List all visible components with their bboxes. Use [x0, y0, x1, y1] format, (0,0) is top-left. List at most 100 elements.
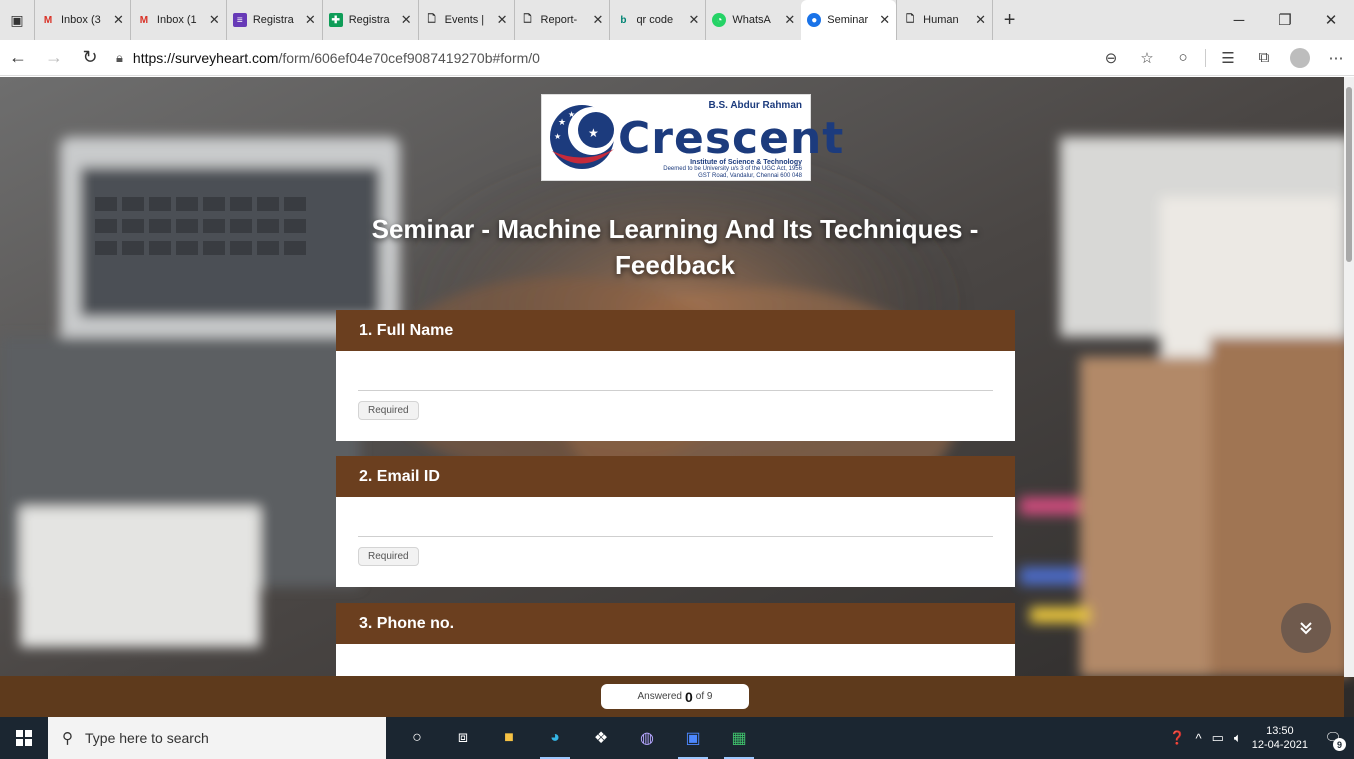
favorites-icon[interactable]: ☰ — [1210, 49, 1246, 67]
notifications-button[interactable]: 🗨︎ 9 — [1318, 723, 1348, 753]
close-tab-icon[interactable]: ✕ — [113, 12, 124, 28]
answered-count: 0 — [684, 688, 693, 705]
tab-whatsapp[interactable]: ◔ WhatsA ✕ — [705, 0, 801, 40]
gmail-icon: M — [43, 14, 53, 26]
logo-sub-line: GST Road, Vandalur, Chennai 600 048 — [698, 173, 802, 179]
lock-icon[interactable]: 🔒︎ — [116, 50, 123, 66]
extension-icon[interactable]: ○ — [1165, 49, 1201, 66]
task-view-icon[interactable]: ⧈ — [440, 717, 486, 759]
question-card: 2. Email ID Required — [336, 456, 1015, 587]
dropbox-icon[interactable]: ❖ — [578, 717, 624, 759]
tab-title: Human — [923, 14, 959, 26]
new-tab-button[interactable]: + — [992, 0, 1026, 40]
tab-registration-sheets[interactable]: ✚ Registra ✕ — [321, 0, 418, 40]
url-path: /form/606ef04e70cef9087419270b#form/0 — [278, 49, 540, 66]
word-icon[interactable]: ▣ — [670, 717, 716, 759]
page-scrollbar[interactable] — [1344, 77, 1354, 677]
window-controls: ─ ❐ ✕ — [1216, 0, 1354, 40]
clock-date: 12-04-2021 — [1251, 739, 1308, 751]
excel-icon[interactable]: ▦ — [716, 717, 762, 759]
double-chevron-down-icon — [1300, 622, 1312, 635]
tab-actions-icon[interactable]: ▣ — [0, 0, 34, 40]
tab-title: Report- — [540, 14, 578, 26]
tab-title: Events | — [444, 14, 485, 26]
close-tab-icon[interactable]: ✕ — [879, 12, 890, 28]
surveyheart-icon: ● — [807, 13, 822, 27]
tab-qr-code[interactable]: b qr code ✕ — [609, 0, 705, 40]
scrollbar-thumb[interactable] — [1346, 87, 1352, 262]
tab-title: Registra — [348, 14, 390, 26]
close-tab-icon[interactable]: ✕ — [975, 12, 986, 28]
more-options-icon[interactable]: ⋯ — [1318, 49, 1354, 67]
restore-icon[interactable]: ❐ — [1262, 0, 1308, 40]
page-icon: 🗋 — [906, 13, 915, 25]
close-tab-icon[interactable]: ✕ — [688, 12, 699, 28]
close-tab-icon[interactable]: ✕ — [209, 12, 220, 28]
tab-report[interactable]: 🗋 Report- ✕ — [513, 0, 610, 40]
answered-counter: Answered 0 of 9 — [601, 684, 749, 709]
logo-brand: Crescent — [618, 113, 845, 164]
close-tab-icon[interactable]: ✕ — [305, 12, 316, 28]
tab-inbox-1[interactable]: M Inbox (3 ✕ — [34, 0, 130, 40]
volume-icon[interactable]: 🔈︎ — [1234, 730, 1242, 746]
close-window-icon[interactable]: ✕ — [1308, 0, 1354, 40]
close-tab-icon[interactable]: ✕ — [784, 12, 795, 28]
clock[interactable]: 13:50 12-04-2021 — [1252, 724, 1308, 752]
crescent-emblem-icon: ★ ★ ★ ★ — [550, 105, 616, 169]
required-badge: Required — [358, 401, 419, 420]
tab-title: Registra — [252, 14, 294, 26]
refresh-icon[interactable]: ↻ — [72, 47, 108, 68]
taskbar-search[interactable]: ⚲ Type here to search — [48, 717, 386, 759]
tab-title: Inbox (3 — [61, 14, 101, 26]
logo-top-line: B.S. Abdur Rahman — [708, 100, 802, 111]
forms-icon: ≡ — [232, 13, 247, 27]
file-explorer-icon[interactable]: ■ — [486, 717, 532, 759]
profile-avatar-icon[interactable] — [1290, 47, 1310, 68]
url-field[interactable]: 🔒︎ https://surveyheart.com /form/606ef04… — [116, 44, 976, 72]
url-host: https://surveyheart.com — [132, 49, 279, 66]
tab-inbox-2[interactable]: M Inbox (1 ✕ — [129, 0, 226, 40]
svg-text:★: ★ — [558, 118, 566, 128]
tab-title: Inbox (1 — [156, 14, 197, 26]
close-tab-icon[interactable]: ✕ — [401, 12, 412, 28]
toolbar-divider — [1205, 48, 1206, 67]
forward-icon[interactable]: → — [36, 47, 72, 68]
whatsapp-icon: ◔ — [712, 13, 727, 27]
help-icon[interactable]: ❓ — [1169, 730, 1185, 746]
scroll-down-button[interactable] — [1281, 603, 1331, 653]
tab-title: Seminar — [827, 14, 869, 26]
question-body: Required — [336, 497, 1015, 587]
show-hidden-icons[interactable]: ^ — [1196, 731, 1202, 746]
app-globe-icon[interactable]: ◍ — [624, 717, 670, 759]
email-input[interactable] — [358, 515, 993, 537]
tab-human[interactable]: 🗋 Human ✕ — [896, 0, 992, 40]
full-name-input[interactable] — [358, 369, 993, 391]
svg-text:★: ★ — [568, 110, 575, 119]
bing-icon: b — [620, 14, 627, 26]
address-bar: ← → ↻ 🔒︎ https://surveyheart.com /form/6… — [0, 40, 1354, 76]
tab-seminar[interactable]: ● Seminar ✕ — [801, 0, 897, 40]
add-favorite-icon[interactable]: ☆ — [1129, 49, 1165, 67]
cortana-icon[interactable]: ○ — [394, 717, 440, 759]
tab-events[interactable]: 🗋 Events | ✕ — [417, 0, 514, 40]
collections-icon[interactable]: ⧉ — [1246, 49, 1282, 66]
minimize-icon[interactable]: ─ — [1216, 0, 1262, 40]
edge-browser-icon[interactable]: ◕ — [532, 717, 578, 759]
svg-text:★: ★ — [588, 126, 599, 140]
answered-suffix: of 9 — [695, 691, 713, 702]
page-icon: 🗋 — [523, 13, 532, 25]
back-icon[interactable]: ← — [0, 47, 36, 68]
close-tab-icon[interactable]: ✕ — [593, 12, 604, 28]
close-tab-icon[interactable]: ✕ — [497, 12, 508, 28]
question-card: 1. Full Name Required — [336, 310, 1015, 441]
start-button[interactable] — [0, 717, 48, 759]
zoom-icon[interactable]: ⊖ — [1093, 49, 1129, 67]
browser-tab-bar: ▣ M Inbox (3 ✕ M Inbox (1 ✕ ≡ Registra ✕… — [0, 0, 1354, 40]
battery-icon[interactable]: ▭ — [1212, 730, 1224, 746]
tab-registration-forms[interactable]: ≡ Registra ✕ — [225, 0, 322, 40]
windows-logo-icon — [16, 730, 32, 746]
question-label: 2. Email ID — [336, 456, 1015, 497]
page-icon: 🗋 — [427, 13, 436, 25]
gmail-icon: M — [139, 14, 149, 26]
answered-prefix: Answered — [637, 691, 682, 702]
